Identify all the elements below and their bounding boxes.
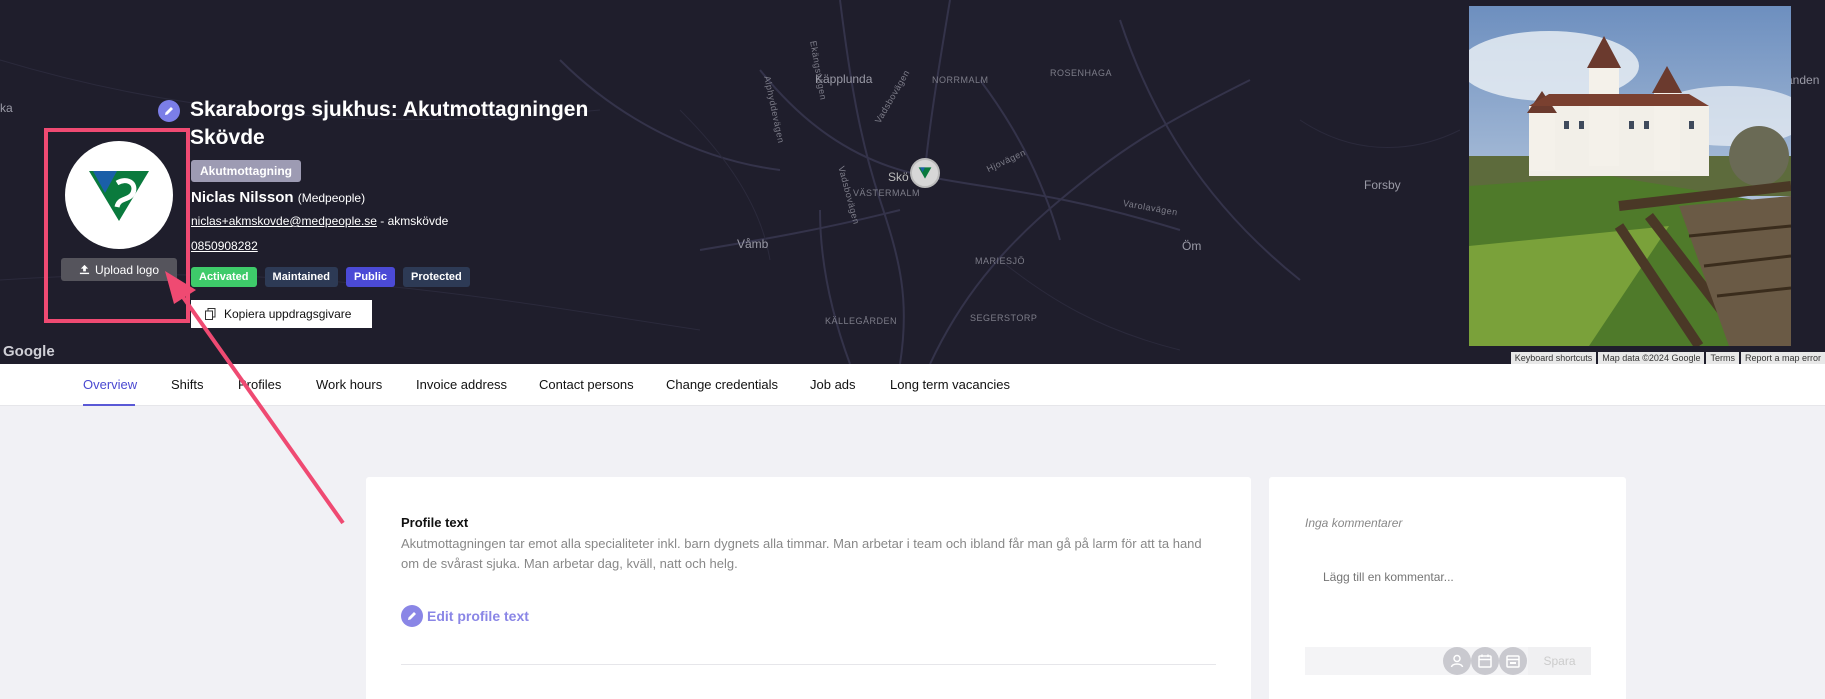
tab-change-credentials[interactable]: Change credentials — [666, 377, 778, 392]
status-badges: Activated Maintained Public Protected — [191, 267, 470, 287]
phone-link[interactable]: 0850908282 — [191, 239, 258, 253]
contact-email: niclas+akmskovde@medpeople.se - akmskövd… — [191, 214, 448, 228]
google-logo: Google — [3, 343, 55, 360]
calendar-icon[interactable] — [1471, 647, 1499, 675]
pencil-icon — [401, 605, 423, 627]
map-label: ROSENHAGA — [1050, 68, 1113, 78]
tab-long-term-vacancies[interactable]: Long term vacancies — [890, 377, 1010, 392]
email-link[interactable]: niclas+akmskovde@medpeople.se — [191, 214, 377, 228]
tab-contact-persons[interactable]: Contact persons — [539, 377, 634, 392]
pin-logo-icon — [918, 167, 932, 179]
location-photo — [1469, 6, 1791, 346]
map-label: KÄLLEGÅRDEN — [825, 316, 898, 326]
status-badge: Public — [345, 267, 395, 287]
castle-photo — [1469, 6, 1791, 346]
save-comment-button[interactable]: Spara — [1528, 647, 1591, 675]
email-suffix: - akmskövde — [376, 214, 449, 228]
status-badge: Protected — [403, 267, 470, 287]
edit-profile-text-button[interactable]: Edit profile text — [401, 605, 529, 627]
tab-job-ads[interactable]: Job ads — [810, 377, 856, 392]
map-label: VÄSTERMALM — [853, 188, 921, 198]
copy-client-label: Kopiera uppdragsgivare — [224, 307, 352, 321]
map-label: SEGERSTORP — [970, 313, 1038, 323]
person-icon[interactable] — [1443, 647, 1471, 675]
tab-work-hours[interactable]: Work hours — [316, 377, 382, 392]
profile-text-label: Profile text — [401, 515, 469, 530]
map-footer: Keyboard shortcuts Map data ©2024 Google… — [1510, 352, 1825, 364]
status-badge: Activated — [191, 267, 257, 287]
map-data-label: Map data ©2024 Google — [1598, 352, 1705, 364]
divider — [401, 664, 1216, 665]
map-label: NORRMALM — [932, 75, 989, 85]
tab-profiles[interactable]: Profiles — [238, 377, 281, 392]
copy-client-button[interactable]: Kopiera uppdragsgivare — [191, 300, 372, 328]
map-label: Öm — [1182, 239, 1202, 253]
active-tab-indicator — [83, 404, 135, 406]
page-title: Skaraborgs sjukhus: Akutmottagningen Skö… — [190, 98, 589, 149]
edit-title-button[interactable] — [158, 100, 180, 122]
profile-card: Profile text Akutmottagningen tar emot a… — [366, 477, 1251, 699]
profile-text: Akutmottagningen tar emot alla specialit… — [401, 536, 1202, 571]
tab-overview[interactable]: Overview — [83, 377, 137, 392]
no-comments-label: Inga kommentarer — [1305, 516, 1403, 530]
map-terms-link[interactable]: Terms — [1706, 352, 1739, 364]
map-hero[interactable]: Käpplunda NORRMALM ROSENHAGA Skö VÄSTERM… — [0, 0, 1825, 364]
contact-name: Niclas Nilsson (Medpeople) — [191, 189, 365, 206]
comments-card: Inga kommentarer Spara — [1269, 477, 1626, 699]
tab-invoice-address[interactable]: Invoice address — [416, 377, 507, 392]
category-tag: Akutmottagning — [191, 160, 301, 182]
calendar-event-icon[interactable] — [1499, 647, 1527, 675]
map-pin[interactable] — [910, 158, 940, 188]
highlight-box — [44, 128, 190, 323]
tab-shifts[interactable]: Shifts — [171, 377, 204, 392]
edit-profile-text-label: Edit profile text — [427, 608, 529, 624]
tab-bar: Overview Shifts Profiles Work hours Invo… — [0, 364, 1825, 406]
map-label: Våmb — [737, 237, 769, 251]
map-label: Skö — [888, 170, 909, 184]
contact-org: (Medpeople) — [297, 191, 366, 205]
map-keyboard-shortcuts-link[interactable]: Keyboard shortcuts — [1510, 352, 1597, 364]
comment-input[interactable] — [1305, 565, 1595, 589]
pencil-icon — [165, 107, 173, 115]
map-label: ka — [0, 101, 13, 115]
map-report-error-link[interactable]: Report a map error — [1740, 352, 1825, 364]
map-label: MARIESJÖ — [975, 256, 1026, 266]
contact-person: Niclas Nilsson — [191, 189, 294, 206]
status-badge: Maintained — [264, 267, 338, 287]
copy-icon — [205, 308, 216, 320]
map-label: anden — [1786, 73, 1820, 87]
map-label: Forsby — [1364, 178, 1401, 192]
